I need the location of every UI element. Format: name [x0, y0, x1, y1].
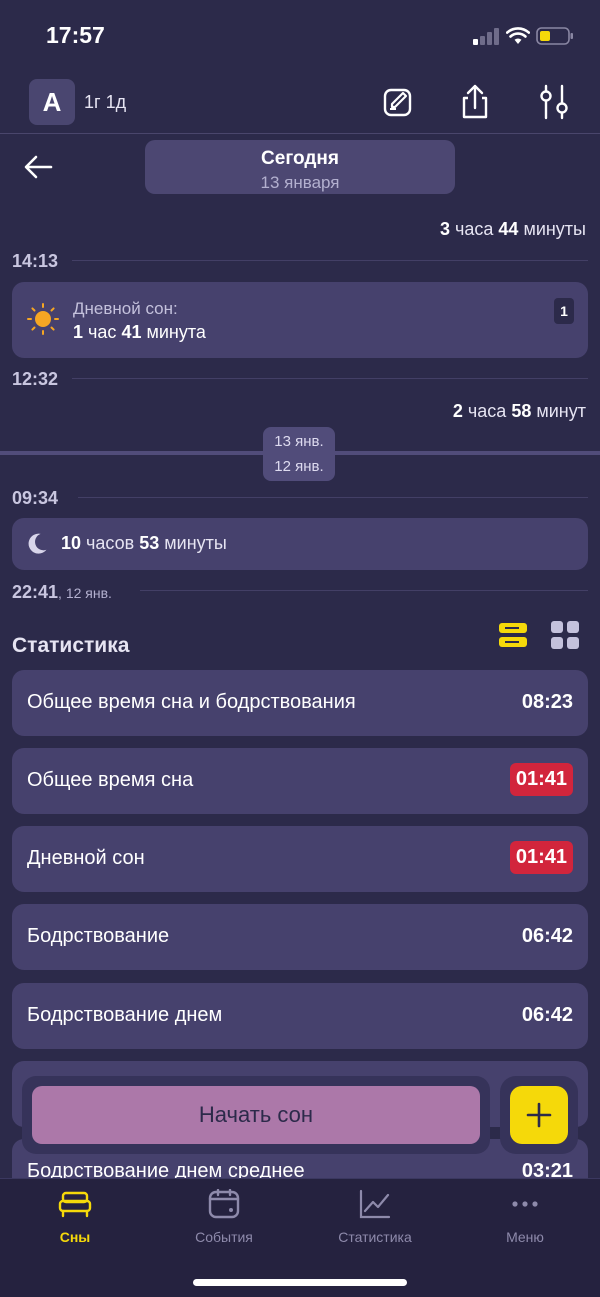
night-sleep-card[interactable]: 10 часов 53 минуты — [12, 518, 588, 570]
home-indicator — [193, 1279, 407, 1286]
time-divider — [140, 590, 588, 591]
time-mark: 22:41, 12 янв. — [12, 582, 112, 602]
share-icon[interactable] — [455, 82, 495, 122]
chart-icon — [359, 1189, 391, 1219]
list-view-icon[interactable] — [497, 619, 529, 651]
time-divider — [72, 378, 588, 379]
start-sleep-button[interactable]: Начать сон — [32, 1086, 480, 1144]
nap-count-badge: 1 — [554, 298, 574, 324]
stat-label: Общее время сна — [27, 769, 194, 791]
status-bar: 17:57 — [0, 0, 600, 70]
calendar-icon — [208, 1189, 240, 1219]
stat-row[interactable]: Общее время сна и бодрствования 08:23 — [12, 670, 588, 736]
battery-icon — [536, 27, 573, 45]
stat-value: 06:42 — [521, 925, 573, 947]
plus-icon — [526, 1102, 552, 1128]
stat-row[interactable]: Общее время сна 01:41 — [12, 748, 588, 814]
app-header: A 1г 1д — [0, 70, 600, 134]
date-title: Сегодня — [261, 148, 339, 169]
stat-row[interactable]: Дневной сон 01:41 — [12, 826, 588, 892]
tab-menu[interactable]: Меню — [460, 1189, 590, 1245]
stat-value: 08:23 — [521, 691, 573, 713]
day-chip-lower: 12 янв. — [274, 458, 324, 475]
stat-label: Общее время сна и бодрствования — [27, 691, 356, 713]
wake-duration-2: 2 часа 58 минут — [452, 401, 586, 421]
edit-icon[interactable] — [378, 82, 418, 122]
child-avatar[interactable]: A — [29, 79, 75, 125]
stat-row[interactable]: Бодрствование днем 06:42 — [12, 983, 588, 1049]
tab-sleeps[interactable]: Сны — [10, 1189, 140, 1245]
nap-card[interactable]: Дневной сон: 1 час 41 минута 1 — [12, 282, 588, 358]
more-icon — [512, 1201, 538, 1207]
date-pill[interactable]: Сегодня 13 января — [145, 140, 455, 194]
stat-value-alert: 01:41 — [509, 763, 573, 796]
tab-label: Меню — [506, 1229, 544, 1245]
start-sleep-container: Начать сон — [22, 1076, 490, 1154]
tab-label: Статистика — [338, 1229, 412, 1245]
add-event-button[interactable] — [510, 1086, 568, 1144]
wake-duration-1: 3 часа 44 минуты — [439, 219, 586, 239]
time-mark: 09:34 — [12, 488, 59, 508]
nap-duration: 1 час 41 минута — [73, 322, 206, 342]
child-age: 1г 1д — [84, 92, 127, 112]
day-chip-upper: 13 янв. — [274, 433, 324, 450]
nap-label: Дневной сон: — [73, 299, 178, 318]
sun-icon — [27, 303, 59, 335]
bed-icon — [58, 1191, 92, 1218]
tab-label: Сны — [59, 1229, 91, 1245]
filters-icon[interactable] — [534, 82, 574, 122]
night-duration: 10 часов 53 минуты — [61, 533, 227, 553]
stat-label: Дневной сон — [27, 847, 145, 869]
stat-label: Бодрствование — [27, 925, 170, 947]
time-divider — [78, 497, 588, 498]
stat-value-alert: 01:41 — [509, 841, 573, 874]
day-boundary-chip: 13 янв. 12 янв. — [263, 427, 335, 481]
status-time: 17:57 — [46, 22, 105, 48]
moon-icon — [28, 533, 47, 554]
cellular-signal-icon — [473, 28, 501, 45]
stat-row[interactable]: Бодрствование 06:42 — [12, 904, 588, 970]
grid-view-icon[interactable] — [549, 619, 581, 651]
time-mark: 14:13 — [12, 251, 59, 271]
tab-events[interactable]: События — [159, 1189, 289, 1245]
add-event-container — [500, 1076, 578, 1154]
tab-label: События — [195, 1229, 253, 1245]
stat-value: 06:42 — [521, 1004, 573, 1026]
tab-statistics[interactable]: Статистика — [310, 1189, 440, 1245]
time-mark: 12:32 — [12, 369, 59, 389]
date-selector: Сегодня 13 января — [0, 138, 600, 196]
time-divider — [72, 260, 588, 261]
date-subtitle: 13 января — [260, 173, 340, 192]
back-arrow-icon[interactable] — [22, 150, 56, 184]
stat-label: Бодрствование днем — [27, 1004, 223, 1026]
wifi-icon — [506, 27, 530, 44]
statistics-title: Статистика — [12, 634, 130, 657]
